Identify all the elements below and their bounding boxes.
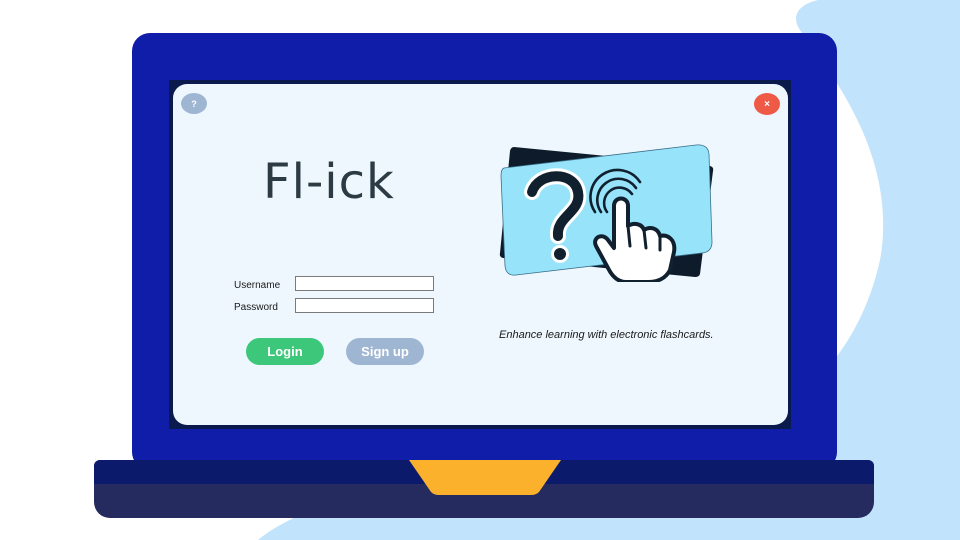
username-label: Username (234, 280, 281, 291)
signup-button[interactable]: Sign up (346, 338, 424, 365)
close-icon: × (764, 98, 770, 110)
login-button[interactable]: Login (246, 338, 324, 365)
tagline: Enhance learning with electronic flashca… (499, 329, 714, 341)
username-field[interactable] (295, 276, 434, 291)
flashcard-question-tap-icon (499, 144, 714, 282)
help-button[interactable]: ? (181, 93, 207, 114)
password-label: Password (234, 302, 278, 313)
app-window: ? × Fl-ick Username Password Login Sign … (173, 84, 788, 425)
password-field[interactable] (295, 298, 434, 313)
question-mark-icon: ? (191, 98, 197, 109)
laptop-hinge-notch (409, 460, 561, 495)
close-button[interactable]: × (754, 93, 780, 115)
app-title: Fl-ick (263, 154, 395, 210)
